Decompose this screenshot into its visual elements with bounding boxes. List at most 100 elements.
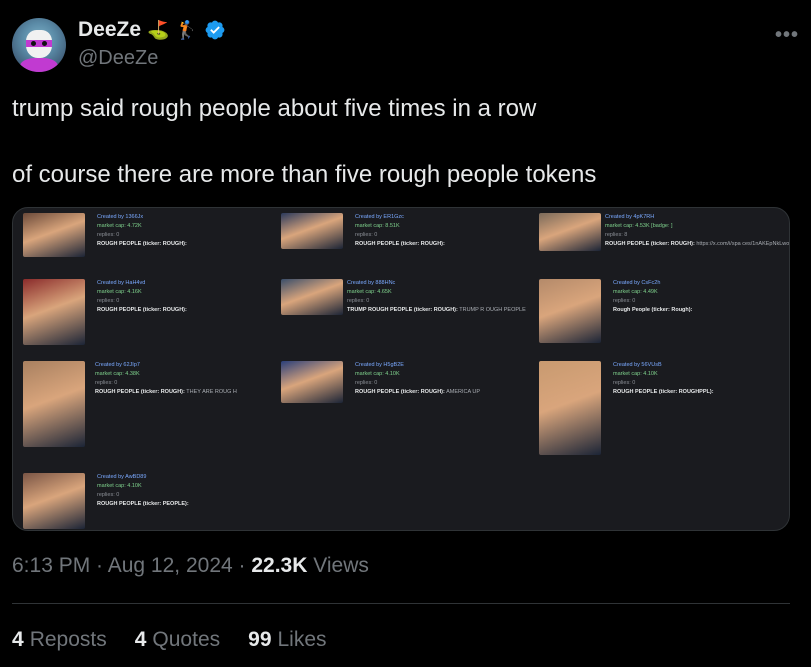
token-thumbnail: [539, 213, 601, 251]
token-title: Rough People (ticker: Rough):: [613, 307, 693, 313]
token-title: ROUGH PEOPLE (ticker: ROUGH):: [355, 241, 445, 247]
author-name-row: DeeZe ⛳ 🏌️: [78, 18, 226, 42]
token-description: https://x.com/i/spa ces/1nAKEpNkLwoxL: [694, 241, 790, 247]
token-replies: replies: 0: [347, 298, 370, 304]
token-card: Created by CsFc2h market cap: 4.49K replie…: [539, 279, 789, 347]
token-replies: replies: 0: [95, 380, 118, 386]
token-info: Created by ER1Gzc market cap: 8.51K replie…: [355, 213, 445, 249]
token-card: Created by H5gB2E market cap: 4.10K replie…: [281, 361, 531, 407]
token-market-cap: market cap: 4.49K: [613, 289, 658, 295]
token-replies: replies: 0: [97, 492, 120, 498]
tweet-text: trump said rough people about five times…: [12, 92, 792, 191]
golfer-icon: 🏌️: [175, 20, 198, 40]
media-image[interactable]: Created by 1366Jx market cap: 4.72K replie…: [12, 207, 790, 531]
token-replies: replies: 0: [97, 232, 120, 238]
token-title-row: Rough People (ticker: Rough):: [613, 306, 692, 315]
more-options-icon[interactable]: •••: [775, 24, 799, 47]
engagement-stats: 4 Reposts 4 Quotes 99 Likes: [12, 628, 327, 652]
token-info: Created by CsFc2h market cap: 4.49K replie…: [613, 279, 692, 315]
tweet-header: DeeZe ⛳ 🏌️ @DeeZe •••: [12, 14, 799, 74]
token-market-cap: market cap: 4.16K: [97, 289, 142, 295]
token-card: Created by ER1Gzc market cap: 8.51K replie…: [281, 213, 531, 253]
tweet-time[interactable]: 6:13 PM: [12, 554, 90, 577]
token-creator: Created by HaH4vd: [97, 280, 146, 286]
quotes-label: Quotes: [152, 628, 221, 651]
token-info: Created by HaH4vd market cap: 4.16K replie…: [97, 279, 187, 315]
reposts-label: Reposts: [29, 628, 107, 651]
token-description: AMERICA UP: [444, 389, 480, 395]
token-card: Created by 4pK7RH market cap: 4.53K [badg…: [539, 213, 789, 255]
token-title-row: ROUGH PEOPLE (ticker: ROUGH):: [355, 240, 445, 249]
token-market-cap: market cap: 4.38K: [95, 371, 140, 377]
token-card: Created by 1366Jx market cap: 4.72K replie…: [23, 213, 273, 261]
token-info: Created by 56VUsB market cap: 4.10K replie…: [613, 361, 714, 397]
token-info: Created by H5gB2E market cap: 4.10K replie…: [355, 361, 480, 397]
divider: [12, 603, 790, 604]
token-title: TRUMP ROUGH PEOPLE (ticker: ROUGH):: [347, 307, 458, 313]
separator: ·: [232, 554, 252, 577]
token-title: ROUGH PEOPLE (ticker: ROUGH):: [97, 307, 187, 313]
likes-link[interactable]: 99 Likes: [248, 628, 326, 652]
avatar[interactable]: [12, 18, 66, 72]
tweet-date[interactable]: Aug 12, 2024: [108, 554, 233, 577]
token-thumbnail: [539, 361, 601, 455]
verified-badge-icon: [205, 20, 225, 40]
token-title-row: ROUGH PEOPLE (ticker: ROUGH):: [97, 306, 187, 315]
views-label: Views: [307, 554, 369, 577]
token-market-cap: market cap: 4.10K: [613, 371, 658, 377]
token-title-row: ROUGH PEOPLE (ticker: ROUGH): AMERICA UP: [355, 388, 480, 397]
token-title: ROUGH PEOPLE (ticker: ROUGH):: [97, 241, 187, 247]
token-info: Created by 888HNc market cap: 4.65K replie…: [347, 279, 526, 315]
token-info: Created by 1366Jx market cap: 4.72K replie…: [97, 213, 187, 249]
token-card: Created by 62JIp7 market cap: 4.38K replie…: [23, 361, 273, 451]
token-info: Created by 4pK7RH market cap: 4.53K [badg…: [605, 213, 790, 249]
token-title-row: ROUGH PEOPLE (ticker: ROUGH): THEY ARE R…: [95, 388, 237, 397]
quotes-link[interactable]: 4 Quotes: [135, 628, 220, 652]
golf-flag-icon: ⛳: [147, 20, 170, 40]
handle[interactable]: @DeeZe: [78, 47, 158, 70]
likes-count: 99: [248, 628, 272, 651]
token-title: ROUGH PEOPLE (ticker: ROUGHPPL):: [613, 389, 714, 395]
quotes-count: 4: [134, 628, 147, 651]
token-market-cap: market cap: 8.51K: [355, 223, 400, 229]
token-thumbnail: [23, 213, 85, 257]
token-title-row: TRUMP ROUGH PEOPLE (ticker: ROUGH): TRUM…: [347, 306, 526, 315]
token-title: ROUGH PEOPLE (ticker: PEOPLE):: [97, 501, 189, 507]
tweet-line-1: trump said rough people about five times…: [12, 95, 537, 122]
token-creator: Created by ER1Gzc: [355, 214, 404, 220]
token-creator: Created by 56VUsB: [613, 362, 662, 368]
token-thumbnail: [281, 213, 343, 249]
token-description: TRUMP R OUGH PEOPLE: [457, 307, 526, 313]
separator: ·: [90, 554, 108, 577]
token-title-row: ROUGH PEOPLE (ticker: ROUGHPPL):: [613, 388, 714, 397]
token-info: Created by AwBD89 market cap: 4.10K replie…: [97, 473, 189, 509]
token-thumbnail: [281, 279, 343, 315]
token-thumbnail: [23, 473, 85, 529]
token-replies: replies: 0: [355, 232, 378, 238]
reposts-count: 4: [12, 628, 24, 651]
token-thumbnail: [23, 279, 85, 345]
token-title: ROUGH PEOPLE (ticker: ROUGH):: [605, 241, 695, 247]
token-replies: replies: 0: [97, 298, 120, 304]
token-market-cap: market cap: 4.65K: [347, 289, 392, 295]
token-card: Created by HaH4vd market cap: 4.16K replie…: [23, 279, 273, 349]
token-card: Created by AwBD89 market cap: 4.10K replie…: [23, 473, 273, 530]
token-replies: replies: 8: [605, 232, 628, 238]
token-title-row: ROUGH PEOPLE (ticker: ROUGH):: [97, 240, 187, 249]
token-market-cap: market cap: 4.10K: [355, 371, 400, 377]
token-creator: Created by 62JIp7: [95, 362, 140, 368]
token-info: Created by 62JIp7 market cap: 4.38K replie…: [95, 361, 237, 397]
token-description: THEY ARE ROUG H: [184, 389, 237, 395]
token-card: Created by 56VUsB market cap: 4.10K replie…: [539, 361, 789, 459]
display-name[interactable]: DeeZe: [78, 18, 141, 42]
tweet-line-2: of course there are more than five rough…: [12, 161, 597, 188]
token-market-cap: market cap: 4.72K: [97, 223, 142, 229]
token-thumbnail: [23, 361, 85, 447]
token-replies: replies: 0: [613, 380, 636, 386]
likes-label: Likes: [277, 628, 327, 651]
reposts-link[interactable]: 4 Reposts: [12, 628, 107, 652]
token-title-row: ROUGH PEOPLE (ticker: ROUGH): https://x.…: [605, 240, 790, 249]
token-creator: Created by 1366Jx: [97, 214, 144, 220]
token-market-cap: market cap: 4.10K: [97, 483, 142, 489]
views-count: 22.3K: [251, 554, 308, 577]
